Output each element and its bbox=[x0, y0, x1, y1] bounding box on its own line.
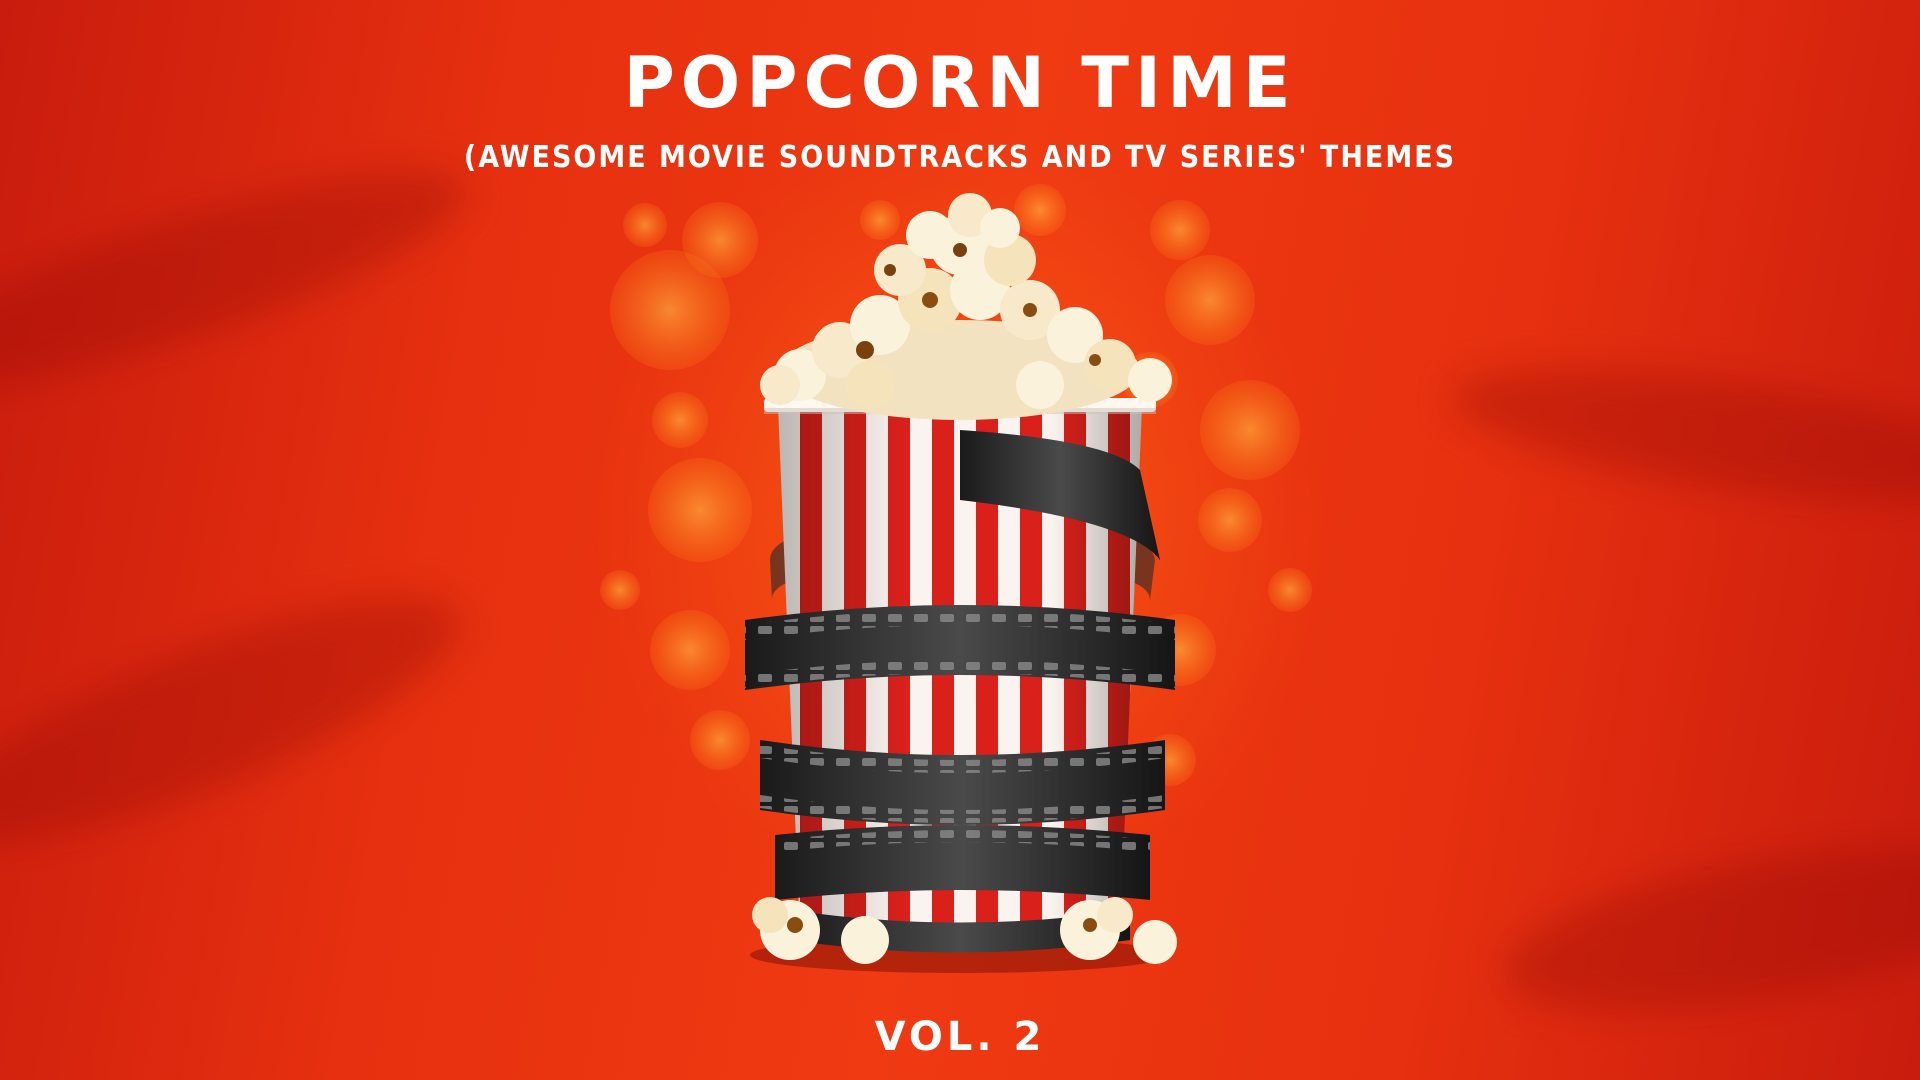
popcorn-pile bbox=[760, 193, 1172, 420]
volume-label: VOL. 2 bbox=[874, 1014, 1046, 1060]
cover-subtitle: (AWESOME MOVIE SOUNDTRACKS AND TV SERIES… bbox=[463, 140, 1457, 175]
cover-title: POPCORN TIME bbox=[623, 42, 1297, 124]
